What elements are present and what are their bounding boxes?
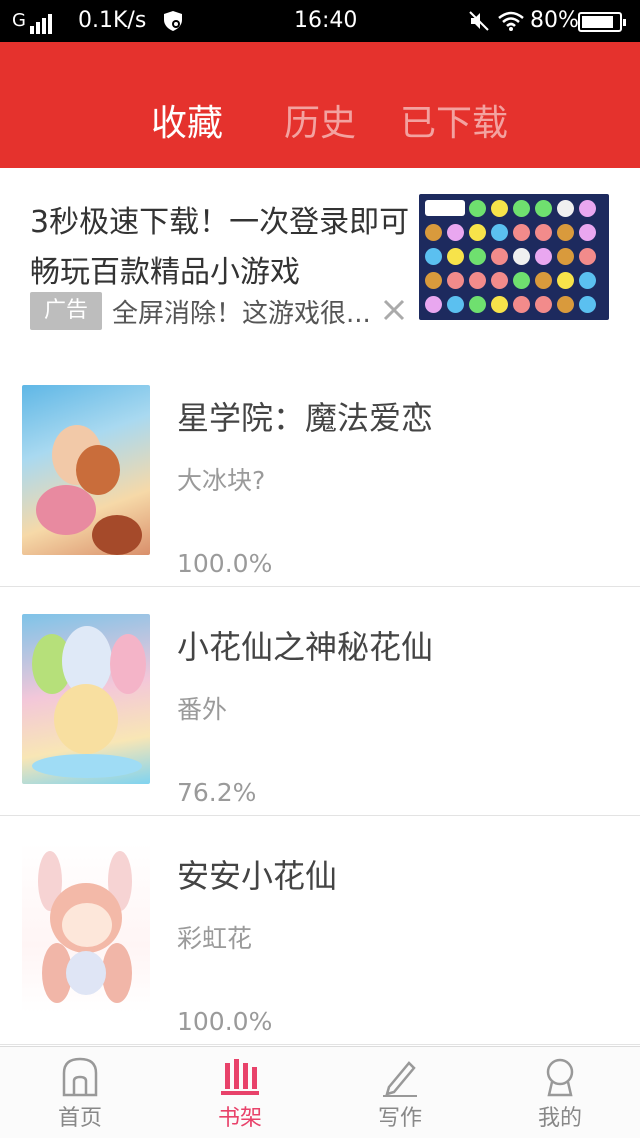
network-type: G xyxy=(12,10,26,31)
nav-bookshelf[interactable]: 书架 xyxy=(160,1047,320,1138)
book-item[interactable]: 小花仙之神秘花仙 番外 76.2% xyxy=(0,587,640,816)
bookshelf-icon xyxy=(221,1059,259,1095)
book-title: 安安小花仙 xyxy=(177,857,338,895)
book-chapter: 番外 xyxy=(177,695,228,724)
book-progress: 100.0% xyxy=(177,549,273,578)
network-speed: 0.1K/s xyxy=(78,8,147,33)
book-chapter: 彩虹花 xyxy=(177,924,253,953)
book-cover[interactable] xyxy=(22,385,150,555)
shield-icon xyxy=(164,11,182,31)
close-icon[interactable] xyxy=(380,296,408,324)
clock: 16:40 xyxy=(294,8,358,33)
status-bar: G 0.1K/s 16:40 80% xyxy=(0,0,640,42)
book-progress: 76.2% xyxy=(177,778,257,807)
book-cover[interactable] xyxy=(22,843,150,1013)
nav-home-label: 首页 xyxy=(57,1106,102,1131)
signal-icon: G xyxy=(12,8,52,34)
book-title: 星学院：魔法爱恋 xyxy=(177,399,434,437)
header: 收藏 历史 已下载 xyxy=(0,42,640,168)
book-chapter: 大冰块? xyxy=(177,466,266,495)
nav-bookshelf-label: 书架 xyxy=(217,1106,262,1131)
nav-write-label: 写作 xyxy=(377,1106,422,1131)
nav-home[interactable]: 首页 xyxy=(0,1047,160,1138)
home-icon xyxy=(62,1057,98,1097)
ad-subtitle: 全屏消除！这游戏很... xyxy=(112,298,371,329)
ad-meta: 广告 全屏消除！这游戏很... xyxy=(30,291,392,331)
nav-write[interactable]: 写作 xyxy=(320,1047,480,1138)
book-progress: 100.0% xyxy=(177,1007,273,1036)
battery-percent: 80% xyxy=(530,8,579,33)
nav-profile-label: 我的 xyxy=(537,1106,582,1131)
tab-favorites[interactable]: 收藏 xyxy=(151,102,223,146)
wifi-icon xyxy=(498,11,524,31)
ad-title[interactable]: 3秒极速下载！一次登录即可畅玩百款精品小游戏 xyxy=(30,198,410,298)
pencil-icon xyxy=(383,1061,417,1097)
book-title: 小花仙之神秘花仙 xyxy=(177,628,434,666)
tab-history[interactable]: 历史 xyxy=(284,102,356,146)
game-logo xyxy=(425,200,465,216)
ad-banner[interactable]: 3秒极速下载！一次登录即可畅玩百款精品小游戏 广告 全屏消除！这游戏很... xyxy=(0,168,640,358)
profile-icon xyxy=(546,1058,574,1097)
bottom-nav: 首页 书架 写作 我的 xyxy=(0,1046,640,1138)
nav-profile[interactable]: 我的 xyxy=(480,1047,640,1138)
book-cover[interactable] xyxy=(22,614,150,784)
mute-icon xyxy=(469,11,489,31)
tab-downloaded[interactable]: 已下载 xyxy=(400,102,508,146)
battery-icon xyxy=(578,12,626,32)
book-item[interactable]: 星学院：魔法爱恋 大冰块? 100.0% xyxy=(0,358,640,587)
ad-image[interactable] xyxy=(419,194,609,320)
book-item[interactable]: 安安小花仙 彩虹花 100.0% xyxy=(0,816,640,1045)
ad-tag: 广告 xyxy=(30,292,102,330)
